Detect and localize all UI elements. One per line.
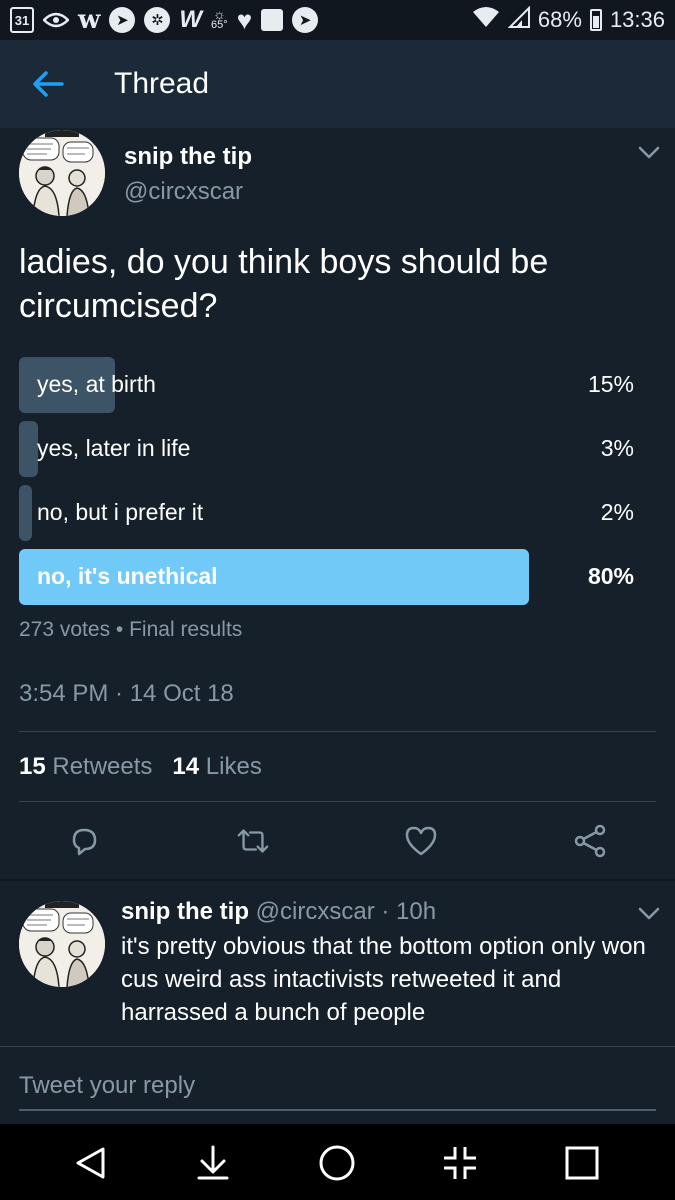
retweet-button[interactable] bbox=[236, 824, 270, 858]
eye-icon bbox=[43, 11, 69, 29]
share-button[interactable] bbox=[573, 824, 607, 858]
retweets-label: Retweets bbox=[52, 753, 153, 780]
poll-option-label: no, it's unethical bbox=[37, 563, 218, 589]
poll-bar bbox=[19, 485, 32, 541]
heart-icon: ♥ bbox=[236, 5, 253, 35]
notification-icons: 31 w ➤ ✲ W ☼ 65° ♥ ➤ bbox=[10, 5, 319, 35]
avatar-image bbox=[19, 901, 105, 987]
poll-option: yes, at birth 15% bbox=[19, 357, 655, 413]
retweets-count: 15 bbox=[19, 753, 46, 780]
back-nav-button[interactable] bbox=[70, 1142, 112, 1184]
w-app-icon: w bbox=[78, 5, 101, 35]
chevron-down-icon[interactable] bbox=[638, 907, 660, 921]
poll-option-label: yes, later in life bbox=[37, 435, 191, 461]
reply-button[interactable] bbox=[67, 824, 101, 858]
poll-option-winner: no, it's unethical 80% bbox=[19, 549, 655, 605]
poll-results-meta: 273 votes • Final results bbox=[19, 618, 243, 641]
back-button[interactable] bbox=[18, 54, 78, 114]
poll-option-percent: 2% bbox=[600, 499, 634, 525]
recents-nav-button[interactable] bbox=[561, 1142, 603, 1184]
avatar[interactable] bbox=[19, 130, 105, 216]
weather-temp: 65° bbox=[211, 19, 228, 31]
avatar-image bbox=[19, 130, 105, 216]
status-bar: 31 w ➤ ✲ W ☼ 65° ♥ ➤ 68% 13:36 bbox=[0, 0, 675, 40]
minimize-nav-button[interactable] bbox=[439, 1142, 481, 1184]
circle-home-icon bbox=[319, 1145, 355, 1181]
battery-percent: 68% bbox=[537, 7, 582, 32]
reply-avatar[interactable] bbox=[19, 901, 105, 987]
calendar-icon: 31 bbox=[10, 7, 34, 33]
triangle-back-icon bbox=[76, 1147, 105, 1179]
weather-icon: ☼ 65° bbox=[211, 7, 228, 31]
heart-icon bbox=[405, 826, 437, 856]
clock: 13:36 bbox=[609, 7, 665, 32]
poll-option-percent: 15% bbox=[587, 371, 634, 397]
section-divider bbox=[0, 879, 675, 881]
tweet-timestamp: 3:54 PM · 14 Oct 18 bbox=[19, 680, 234, 707]
reply-author-name: snip the tip bbox=[121, 898, 249, 925]
wifi-icon bbox=[472, 6, 500, 34]
home-nav-button[interactable] bbox=[316, 1142, 358, 1184]
settings-icon: ✲ bbox=[144, 7, 171, 33]
divider bbox=[19, 801, 656, 802]
telegram-icon: ➤ bbox=[109, 7, 136, 33]
square-recents-icon bbox=[565, 1146, 599, 1180]
reply-text: it's pretty obvious that the bottom opti… bbox=[121, 933, 646, 1026]
divider bbox=[19, 731, 656, 732]
author-handle[interactable]: @circxscar bbox=[124, 178, 243, 206]
share-icon bbox=[574, 824, 606, 858]
reply-composer bbox=[0, 1046, 675, 1124]
poll-option-percent: 3% bbox=[600, 435, 634, 461]
android-nav-bar bbox=[0, 1124, 675, 1200]
reply-meta: @circxscar · 10h bbox=[255, 898, 437, 925]
telegram-icon-2: ➤ bbox=[292, 7, 319, 33]
reply-input[interactable] bbox=[19, 1063, 656, 1111]
page-title: Thread bbox=[114, 67, 210, 100]
likes-label: Likes bbox=[205, 753, 262, 780]
retweet-icon bbox=[237, 829, 269, 853]
chevron-down-icon[interactable] bbox=[638, 146, 660, 160]
likes-stat[interactable]: 14 Likes bbox=[172, 753, 261, 780]
back-arrow-icon bbox=[33, 71, 64, 97]
reply-icon bbox=[72, 828, 97, 856]
poll-bar bbox=[19, 421, 38, 477]
retweets-stat[interactable]: 15 Retweets bbox=[19, 753, 152, 780]
battery-icon bbox=[589, 9, 602, 31]
tweet-text: ladies, do you think boys should be circ… bbox=[19, 243, 549, 325]
minimize-icon bbox=[444, 1147, 476, 1179]
square-icon bbox=[261, 9, 284, 31]
download-icon bbox=[197, 1145, 229, 1180]
author-name[interactable]: snip the tip bbox=[124, 143, 252, 171]
signal-icon bbox=[507, 5, 530, 34]
poll-option: no, but i prefer it 2% bbox=[19, 485, 655, 541]
w-icon: W bbox=[179, 6, 203, 33]
download-nav-button[interactable] bbox=[192, 1142, 234, 1184]
tweet-stats: 15 Retweets 14 Likes bbox=[19, 753, 262, 781]
reply-header[interactable]: snip the tip @circxscar · 10h bbox=[121, 898, 436, 926]
app-header: Thread bbox=[0, 40, 675, 128]
likes-count: 14 bbox=[172, 753, 200, 780]
like-button[interactable] bbox=[404, 824, 438, 858]
poll-option-percent: 80% bbox=[587, 563, 634, 589]
system-status: 68% 13:36 bbox=[472, 5, 665, 34]
poll-option-label: yes, at birth bbox=[37, 371, 156, 397]
poll-option: yes, later in life 3% bbox=[19, 421, 655, 477]
poll-option-label: no, but i prefer it bbox=[37, 499, 204, 525]
